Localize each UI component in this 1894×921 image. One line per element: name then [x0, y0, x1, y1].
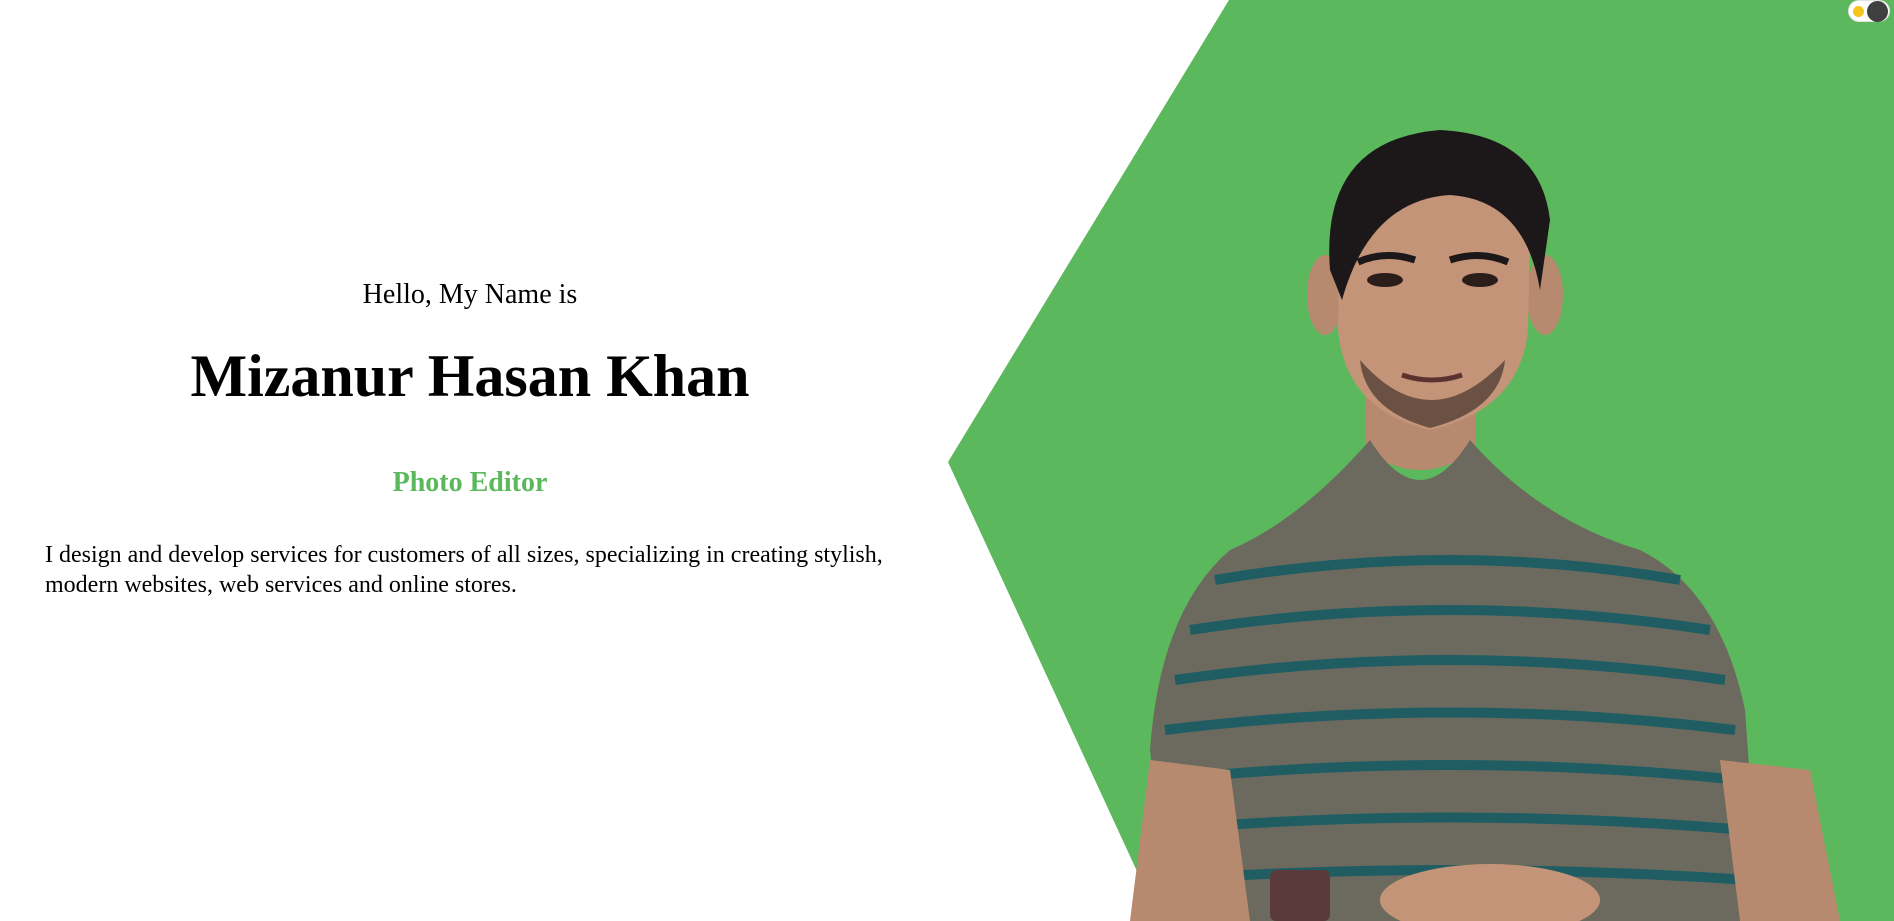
portrait-beard [1360, 360, 1505, 428]
portrait-hair [1329, 130, 1550, 300]
portrait-right-arm [1720, 760, 1840, 921]
portrait-left-ear [1307, 255, 1343, 335]
portrait-mouth [1401, 372, 1463, 383]
toggle-knob [1867, 1, 1888, 22]
portrait-left-eye [1367, 273, 1403, 287]
person-name: Mizanur Hasan Khan [190, 343, 750, 409]
portrait-face [1338, 165, 1530, 430]
portrait-shirt [1150, 440, 1760, 921]
green-hexagon-background [948, 0, 1894, 921]
hero-section: Hello, My Name is Mizanur Hasan Khan Pho… [0, 0, 1894, 921]
sun-icon [1853, 6, 1864, 17]
portrait-shirt-stripes [1155, 555, 1751, 885]
bio-text: I design and develop services for custom… [45, 542, 883, 598]
portrait-left-arm [1130, 760, 1250, 921]
portrait-bracelet [1270, 870, 1330, 921]
greeting-text: Hello, My Name is [362, 279, 578, 310]
portrait-hands [1380, 864, 1600, 921]
portrait-right-eye [1462, 273, 1498, 287]
portrait-neck [1365, 380, 1475, 470]
portrait-image [1130, 130, 1840, 921]
theme-toggle[interactable] [1848, 0, 1890, 22]
portrait-right-ear [1527, 255, 1563, 335]
role-title: Photo Editor [392, 467, 548, 498]
